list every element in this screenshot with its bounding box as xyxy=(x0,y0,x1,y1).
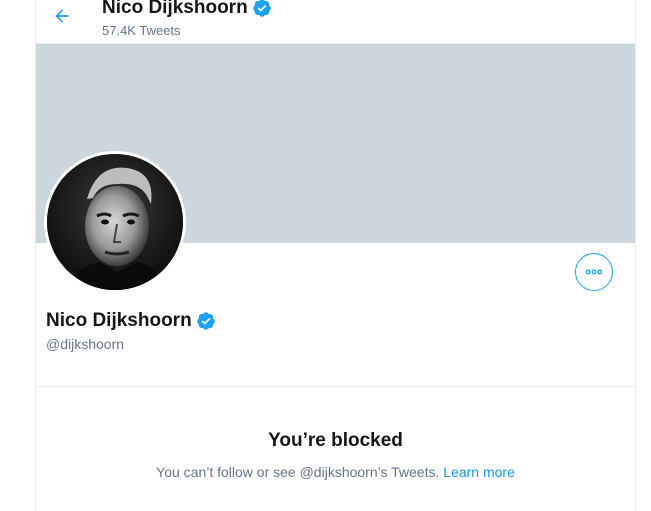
arrow-left-icon xyxy=(55,9,69,23)
profile-header: Nico Dijkshoorn 57.4K Tweets xyxy=(36,0,635,44)
blocked-message: You can’t follow or see @dijkshoorn’s Tw… xyxy=(36,464,635,480)
profile-name: Nico Dijkshoorn xyxy=(46,310,216,332)
verified-badge-icon xyxy=(252,0,271,17)
profile-column: Nico Dijkshoorn 57.4K Tweets Nico Dijksh… xyxy=(35,0,636,511)
avatar[interactable] xyxy=(44,151,186,293)
verified-badge-icon xyxy=(196,312,215,330)
blocked-message-text: You can’t follow or see @dijkshoorn’s Tw… xyxy=(156,464,440,480)
more-options-button[interactable] xyxy=(575,253,613,291)
tweet-count: 57.4K Tweets xyxy=(102,23,181,38)
section-divider xyxy=(36,386,635,387)
avatar-image xyxy=(47,154,183,290)
profile-handle: @dijkshoorn xyxy=(46,336,125,352)
back-button[interactable] xyxy=(48,2,76,30)
header-name: Nico Dijkshoorn xyxy=(102,0,248,18)
header-title: Nico Dijkshoorn xyxy=(102,0,272,19)
blocked-title: You’re blocked xyxy=(268,430,403,451)
learn-more-link[interactable]: Learn more xyxy=(443,464,515,480)
more-horizontal-icon xyxy=(585,269,603,275)
profile-name-text: Nico Dijkshoorn xyxy=(46,310,192,331)
